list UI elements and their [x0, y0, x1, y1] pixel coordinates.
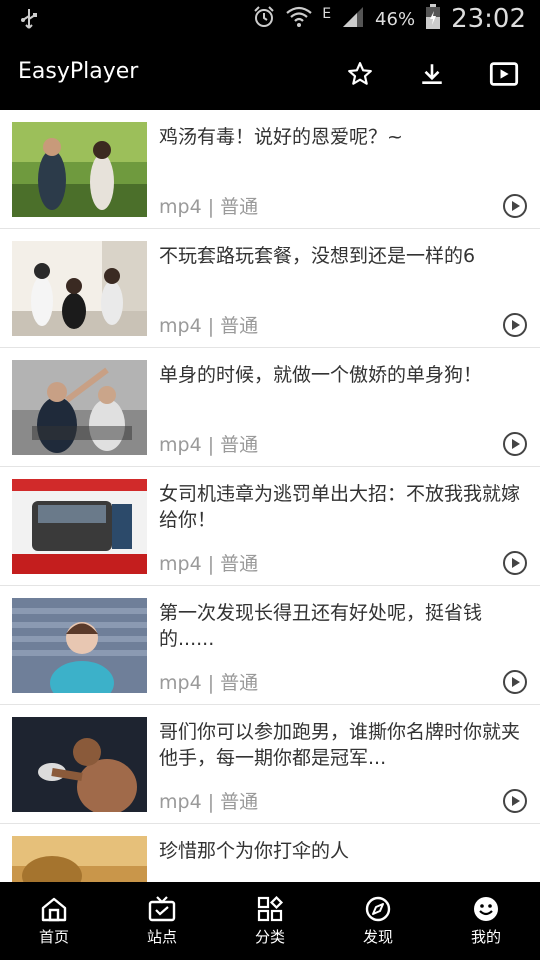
- video-thumbnail: [12, 360, 147, 455]
- play-box-icon: [489, 62, 519, 86]
- nav-home[interactable]: 首页: [0, 882, 108, 960]
- video-meta: mp4 | 普通: [159, 434, 259, 456]
- video-title: 不玩套路玩套餐，没想到还是一样的6: [159, 245, 476, 267]
- network-type: E: [322, 6, 332, 22]
- video-meta: mp4 | 普通: [159, 315, 259, 337]
- play-circle-icon[interactable]: [502, 669, 528, 695]
- nav-sites[interactable]: 站点: [108, 882, 216, 960]
- video-thumbnail: [12, 241, 147, 336]
- play-circle-icon[interactable]: [502, 550, 528, 576]
- video-thumbnail: [12, 122, 147, 217]
- clock: 23:02: [451, 4, 526, 34]
- video-title: 鸡汤有毒！说好的恩爱呢？~: [159, 126, 403, 148]
- download-button[interactable]: [416, 58, 448, 90]
- nav-label: 我的: [470, 928, 501, 946]
- battery-icon: [425, 4, 441, 34]
- video-item[interactable]: 珍惜那个为你打伞的人: [0, 824, 540, 882]
- smile-icon: [474, 897, 498, 921]
- alarm-icon: [252, 5, 276, 33]
- nav-label: 站点: [146, 928, 177, 946]
- star-icon: [348, 62, 372, 85]
- video-item[interactable]: 鸡汤有毒！说好的恩爱呢？~ mp4 | 普通: [0, 110, 540, 229]
- usb-icon: [20, 8, 38, 34]
- nav-discover[interactable]: 发现: [324, 882, 432, 960]
- bottom-nav: 首页 站点 分类 发现 我的: [0, 882, 540, 960]
- video-title: 女司机违章为逃罚单出大招：不放我我就嫁给你！: [159, 483, 521, 531]
- play-local-button[interactable]: [488, 58, 520, 90]
- nav-categories[interactable]: 分类: [216, 882, 324, 960]
- video-item[interactable]: 单身的时候，就做一个傲娇的单身狗！ mp4 | 普通: [0, 348, 540, 467]
- nav-label: 发现: [362, 928, 393, 946]
- compass-icon: [365, 896, 391, 922]
- download-icon: [422, 64, 442, 84]
- grid-icon: [257, 896, 284, 922]
- video-meta: mp4 | 普通: [159, 196, 259, 218]
- video-title: 哥们你可以参加跑男，谁撕你名牌时你就夹他手，每一期你都是冠军...: [159, 721, 521, 769]
- video-thumbnail: [12, 717, 147, 812]
- play-circle-icon[interactable]: [502, 193, 528, 219]
- video-title: 第一次发现长得丑还有好处呢，挺省钱的......: [159, 602, 483, 650]
- video-meta: mp4 | 普通: [159, 672, 259, 694]
- favorites-button[interactable]: [344, 58, 376, 90]
- app-title: EasyPlayer: [18, 59, 139, 84]
- play-circle-icon[interactable]: [502, 431, 528, 457]
- tv-icon: [148, 896, 176, 922]
- status-bar: E 46% 23:02: [0, 0, 540, 38]
- video-thumbnail: [12, 836, 147, 882]
- video-thumbnail: [12, 598, 147, 693]
- video-title: 珍惜那个为你打伞的人: [159, 840, 350, 862]
- nav-label: 首页: [38, 928, 69, 946]
- video-item[interactable]: 女司机违章为逃罚单出大招：不放我我就嫁给你！ mp4 | 普通: [0, 467, 540, 586]
- video-item[interactable]: 第一次发现长得丑还有好处呢，挺省钱的...... mp4 | 普通: [0, 586, 540, 705]
- video-thumbnail: [12, 479, 147, 574]
- signal-icon: [341, 5, 365, 33]
- video-meta: mp4 | 普通: [159, 791, 259, 813]
- home-icon: [41, 897, 67, 922]
- play-circle-icon[interactable]: [502, 788, 528, 814]
- nav-label: 分类: [254, 928, 285, 946]
- nav-profile[interactable]: 我的: [432, 882, 540, 960]
- battery-percent: 46%: [375, 8, 416, 30]
- play-circle-icon[interactable]: [502, 312, 528, 338]
- wifi-icon: [286, 6, 312, 32]
- video-meta: mp4 | 普通: [159, 553, 259, 575]
- app-bar: EasyPlayer: [0, 38, 540, 110]
- video-item[interactable]: 哥们你可以参加跑男，谁撕你名牌时你就夹他手，每一期你都是冠军... mp4 | …: [0, 705, 540, 824]
- video-title: 单身的时候，就做一个傲娇的单身狗！: [159, 364, 483, 386]
- video-item[interactable]: 不玩套路玩套餐，没想到还是一样的6 mp4 | 普通: [0, 229, 540, 348]
- video-list[interactable]: 鸡汤有毒！说好的恩爱呢？~ mp4 | 普通 不玩套路玩套餐，没想到还是一样的6…: [0, 110, 540, 882]
